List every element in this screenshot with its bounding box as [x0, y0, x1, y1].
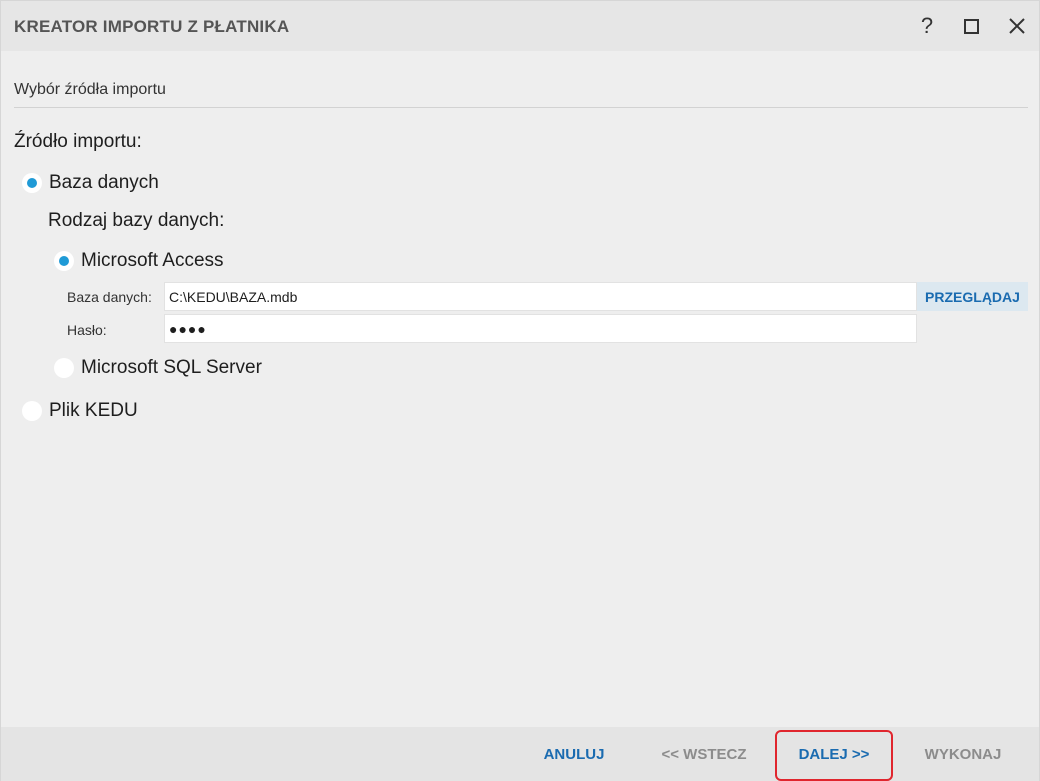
radio-access-label: Microsoft Access: [81, 250, 224, 271]
divider: [14, 107, 1028, 108]
db-path-input[interactable]: C:\KEDU\BAZA.mdb: [164, 282, 917, 311]
title-bar: KREATOR IMPORTU Z PŁATNIKA ?: [1, 1, 1039, 51]
radio-sql-server-label: Microsoft SQL Server: [81, 357, 262, 378]
db-path-label: Baza danych:: [67, 289, 152, 305]
back-button[interactable]: << WSTECZ: [651, 727, 757, 781]
password-input[interactable]: ●●●●: [164, 314, 917, 343]
browse-button[interactable]: PRZEGLĄDAJ: [917, 282, 1028, 311]
maximize-button[interactable]: [958, 13, 984, 39]
step-title: Wybór źródła importu: [14, 81, 166, 98]
import-wizard-window: KREATOR IMPORTU Z PŁATNIKA ? Wybór źródł…: [0, 0, 1040, 781]
radio-database-label: Baza danych: [49, 172, 159, 193]
window-title: KREATOR IMPORTU Z PŁATNIKA: [14, 17, 290, 36]
footer-bar: ANULUJ << WSTECZ DALEJ >> WYKONAJ: [1, 727, 1039, 781]
db-type-label: Rodzaj bazy danych:: [48, 210, 225, 231]
radio-sql-server[interactable]: Microsoft SQL Server: [54, 357, 262, 379]
radio-access[interactable]: Microsoft Access: [54, 250, 224, 272]
radio-access-indicator[interactable]: [54, 251, 74, 271]
help-button[interactable]: ?: [914, 13, 940, 39]
next-button[interactable]: DALEJ >>: [776, 727, 892, 781]
close-button[interactable]: [1004, 13, 1030, 39]
finish-button[interactable]: WYKONAJ: [913, 727, 1013, 781]
help-icon: ?: [920, 13, 934, 38]
radio-database[interactable]: Baza danych: [22, 172, 159, 194]
radio-kedu-file-label: Plik KEDU: [49, 400, 138, 421]
cancel-button[interactable]: ANULUJ: [531, 727, 617, 781]
password-label: Hasło:: [67, 322, 107, 338]
source-label: Źródło importu:: [14, 131, 142, 152]
radio-kedu-file[interactable]: Plik KEDU: [22, 400, 138, 422]
maximize-icon: [963, 18, 979, 34]
radio-kedu-file-indicator[interactable]: [22, 401, 42, 421]
close-icon: [1009, 18, 1025, 34]
radio-database-indicator[interactable]: [22, 173, 42, 193]
radio-sql-server-indicator[interactable]: [54, 358, 74, 378]
